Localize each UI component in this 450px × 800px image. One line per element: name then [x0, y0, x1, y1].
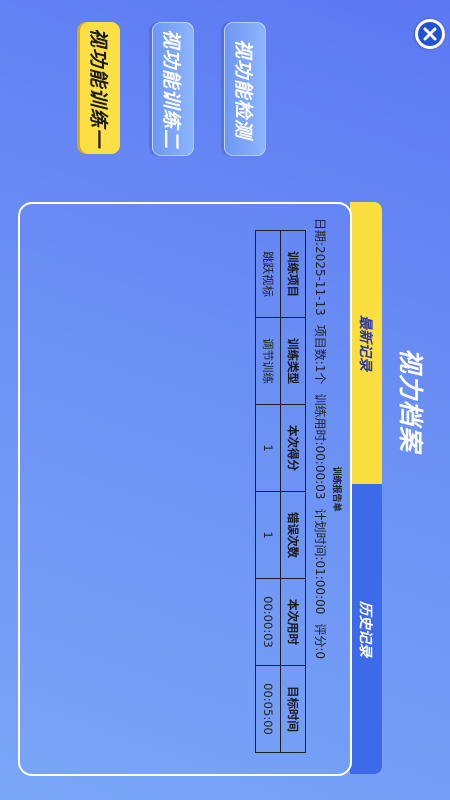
report-score: 评分:0	[313, 623, 327, 660]
cell-error-count: 1	[255, 491, 281, 579]
header-time-used: 本次用时	[280, 578, 306, 666]
report-table: 训练项目 训练类型 本次得分 错误次数 本次用时 目标时间 跳跃视标 调节训练 …	[255, 230, 306, 753]
vision-training-two-label: 视功能训练二	[160, 28, 183, 149]
vision-test-label: 视功能检测	[232, 38, 255, 139]
cell-training-type: 调节训练	[255, 317, 281, 405]
header-training-type: 训练类型	[280, 317, 306, 405]
table-header-row: 训练项目 训练类型 本次得分 错误次数 本次用时 目标时间	[280, 230, 306, 753]
tab-latest-record-label: 最新记录	[357, 315, 373, 371]
cell-training-item: 跳跃视标	[255, 230, 281, 318]
report-title: 训练报告单	[331, 466, 341, 512]
report-panel: 训练报告单 日期:2025-11-13 项目数:1个 训练用时:00:00:03…	[18, 202, 352, 776]
tab-history-record-label: 历史记录	[357, 601, 373, 657]
report-summary: 日期:2025-11-13 项目数:1个 训练用时:00:00:03 计划时间:…	[312, 218, 329, 758]
tab-latest-record[interactable]: 最新记录	[350, 202, 382, 484]
header-training-item: 训练项目	[280, 230, 306, 318]
vision-training-one-label: 视功能训练一	[87, 27, 110, 148]
table-row: 跳跃视标 调节训练 1 1 00:00:03 00:05:00	[255, 230, 281, 753]
close-icon	[418, 22, 442, 46]
landscape-stage: 视功能训练一 视功能训练二 视功能检测 视力档案 最新记录 历史记录 训练报告单…	[0, 0, 450, 800]
cell-score: 1	[255, 404, 281, 492]
page: 视功能训练一 视功能训练二 视功能检测 视力档案 最新记录 历史记录 训练报告单…	[0, 0, 450, 800]
report-planned-time: 计划时间:01:00:00	[313, 508, 327, 615]
cell-target-time: 00:05:00	[255, 665, 281, 753]
cell-time-used: 00:00:03	[255, 578, 281, 666]
tab-history-record[interactable]: 历史记录	[350, 484, 382, 774]
vision-training-two-button[interactable]: 视功能训练二	[152, 22, 194, 156]
page-title: 视力档案	[396, 347, 425, 452]
vision-test-button[interactable]: 视功能检测	[224, 22, 266, 156]
report-date: 日期:2025-11-13	[313, 218, 327, 316]
report-item-count: 项目数:1个	[313, 324, 327, 385]
header-target-time: 目标时间	[280, 665, 306, 753]
close-button[interactable]	[415, 19, 445, 49]
header-error-count: 错误次数	[280, 491, 306, 579]
header-score: 本次得分	[280, 404, 306, 492]
vision-training-one-button[interactable]: 视功能训练一	[80, 22, 120, 154]
report-training-time: 训练用时:00:00:03	[313, 393, 327, 500]
